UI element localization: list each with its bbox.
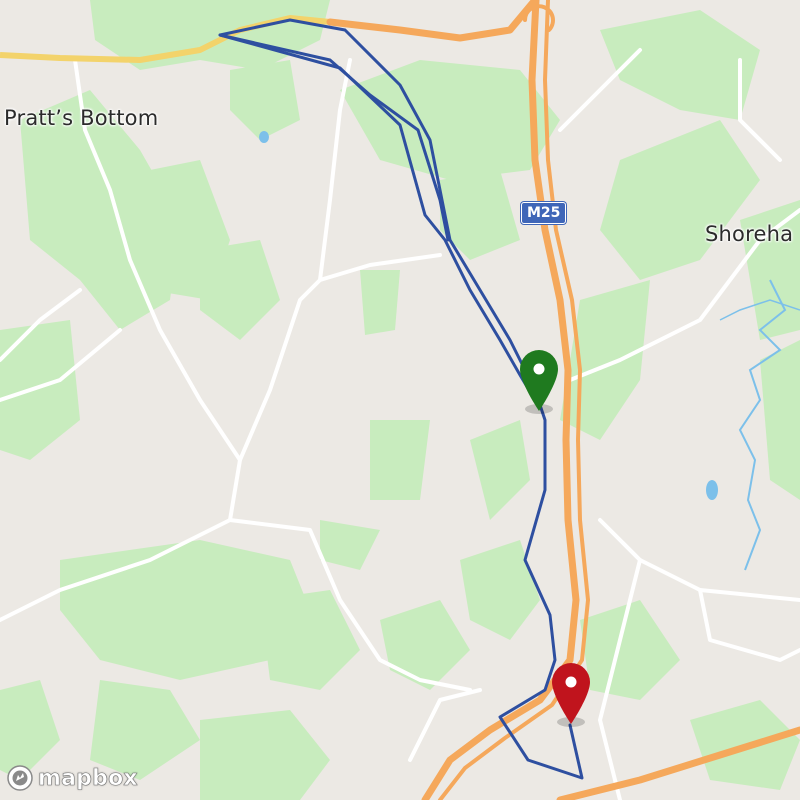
mapbox-attribution[interactable]: mapbox [6, 764, 138, 792]
place-label-shoreham: Shoreha [705, 222, 794, 246]
mapbox-logo-text: mapbox [38, 765, 138, 791]
place-label-pratts-bottom: Pratt’s Bottom [4, 106, 159, 130]
map-canvas[interactable]: Pratt’s Bottom Shoreha M25 mapbox [0, 0, 800, 800]
mapbox-logo-icon [7, 765, 33, 791]
road-shield-m25: M25 [521, 202, 567, 224]
start-marker-pin[interactable] [517, 345, 561, 417]
end-marker-pin[interactable] [549, 658, 593, 730]
